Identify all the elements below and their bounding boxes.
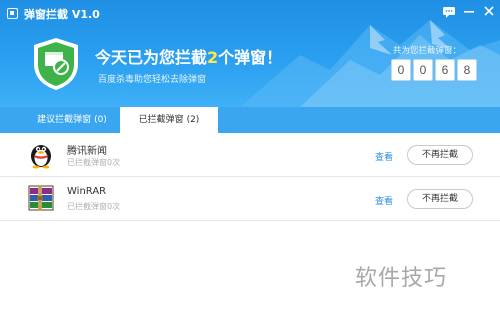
view-link[interactable]: 查看 — [375, 194, 393, 207]
stop-blocking-button[interactable]: 不再拦截 — [407, 189, 473, 209]
tab-suggested[interactable]: 建议拦截弹窗 (0) — [24, 107, 120, 133]
stop-blocking-button[interactable]: 不再拦截 — [407, 145, 473, 165]
tab-blocked-label: 已拦截弹窗 — [138, 115, 184, 125]
shield-block-icon — [34, 38, 78, 90]
header-banner: 弹窗拦截 V1.0 今天已为您拦截2个弹窗！ 百度杀毒助您轻松去除弹窗 共为您拦… — [0, 0, 500, 107]
headline-prefix: 今天已为您拦截 — [95, 48, 208, 67]
item-name: 腾讯新闻 — [67, 146, 107, 157]
headline: 今天已为您拦截2个弹窗！ — [95, 44, 282, 68]
item-stat: 已拦截弹窗0次 — [67, 202, 121, 211]
tab-suggested-count: (0) — [94, 115, 107, 125]
view-link[interactable]: 查看 — [375, 150, 393, 163]
winrar-books-icon — [28, 185, 54, 211]
subline: 百度杀毒助您轻松去除弹窗 — [98, 75, 207, 85]
item-name: WinRAR — [67, 186, 107, 197]
tab-bar: 建议拦截弹窗 (0) 已拦截弹窗 (2) — [0, 107, 500, 133]
qq-penguin-icon — [31, 145, 51, 169]
app-logo-icon — [7, 8, 18, 19]
headline-count: 2 — [207, 48, 219, 67]
list-item: 腾讯新闻 已拦截弹窗0次 查看 不再拦截 — [0, 133, 500, 177]
counter-label: 共为您拦截弹窗： — [393, 46, 462, 56]
close-icon[interactable] — [481, 5, 497, 21]
counter-digit: 0 — [391, 59, 411, 81]
counter-digits: 0 0 6 8 — [391, 59, 477, 81]
tab-blocked[interactable]: 已拦截弹窗 (2) — [120, 107, 218, 133]
counter-digit: 6 — [435, 59, 455, 81]
headline-suffix: 个弹窗！ — [218, 48, 283, 67]
watermark: 软件技巧 — [355, 266, 448, 291]
item-stat: 已拦截弹窗0次 — [67, 158, 121, 167]
counter-digit: 0 — [413, 59, 433, 81]
title-bar: 弹窗拦截 V1.0 — [0, 0, 500, 26]
popup-blocker-window: 弹窗拦截 V1.0 今天已为您拦截2个弹窗！ 百度杀毒助您轻松去除弹窗 共为您拦… — [0, 0, 500, 317]
counter-digit: 8 — [457, 59, 477, 81]
tab-blocked-count: (2) — [186, 115, 200, 125]
chat-bubble-icon[interactable] — [441, 5, 457, 21]
minimize-icon[interactable] — [461, 5, 477, 21]
tab-suggested-label: 建议拦截弹窗 — [37, 115, 92, 125]
app-title: 弹窗拦截 V1.0 — [24, 8, 100, 21]
list-item: WinRAR 已拦截弹窗0次 查看 不再拦截 — [0, 177, 500, 221]
